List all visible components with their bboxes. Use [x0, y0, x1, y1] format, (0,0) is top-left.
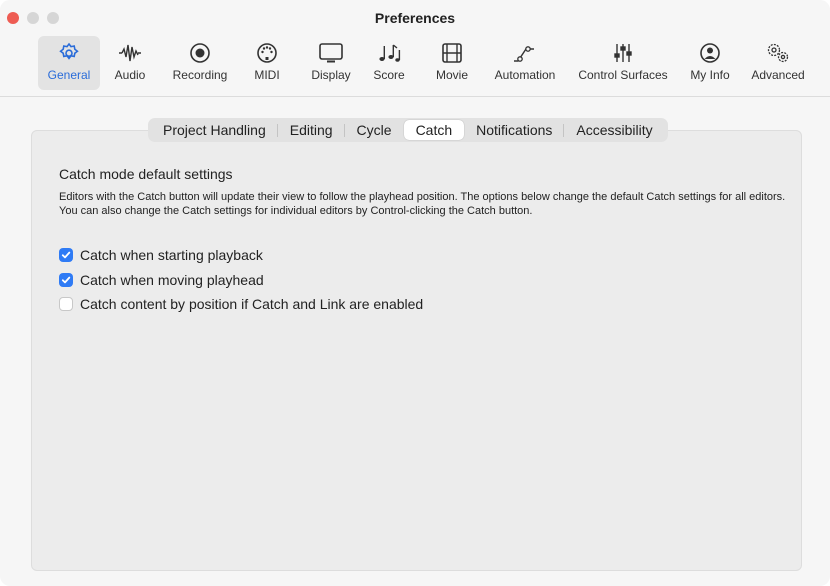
tab-catch[interactable]: Catch [403, 120, 465, 140]
titlebar: Preferences General Audio Recording MIDI… [0, 0, 830, 97]
toolbar-display[interactable]: Display [303, 36, 359, 90]
catch-description: Editors with the Catch button will updat… [59, 191, 786, 217]
tab-editing[interactable]: Editing [278, 120, 345, 140]
checkmark-icon [61, 276, 71, 284]
toolbar-automation-label: Automation [494, 68, 556, 82]
option-label: Catch content by position if Catch and L… [80, 296, 424, 312]
automation-curve-icon [514, 46, 534, 62]
toolbar-my-info[interactable]: My Info [685, 36, 735, 90]
person-circle-icon [700, 43, 720, 63]
toolbar-display-label: Display [311, 68, 351, 82]
waveform-icon [119, 44, 141, 62]
toolbar-control-surfaces[interactable]: Control Surfaces [569, 36, 677, 90]
toolbar-recording-label: Recording [172, 68, 228, 82]
checkmark-icon [61, 251, 71, 259]
tab-cycle[interactable]: Cycle [345, 120, 404, 140]
preferences-tab-bar: Project Handling Editing Cycle Catch Not… [148, 118, 668, 142]
midi-port-icon [257, 43, 277, 63]
toolbar-midi-label: MIDI [254, 68, 280, 82]
section-title: Catch mode default settings [59, 166, 233, 182]
tab-notifications[interactable]: Notifications [464, 120, 565, 140]
film-icon [442, 43, 462, 63]
toolbar-my-info-label: My Info [690, 68, 730, 82]
toolbar-movie-label: Movie [435, 68, 468, 82]
window-title: Preferences [374, 10, 456, 26]
toolbar-recording[interactable]: Recording [163, 36, 237, 90]
gears-icon [767, 43, 789, 63]
gear-icon [59, 42, 79, 60]
toolbar-movie[interactable]: Movie [429, 36, 475, 90]
toolbar-general[interactable]: General [38, 36, 100, 90]
option-catch-starting-playback[interactable]: Catch when starting playback [59, 246, 263, 264]
music-notes-icon [379, 44, 401, 62]
toolbar-midi[interactable]: MIDI [244, 36, 290, 90]
record-icon [190, 43, 210, 63]
option-label: Catch when starting playback [80, 247, 263, 263]
tab-project-handling[interactable]: Project Handling [151, 120, 278, 140]
toolbar-score[interactable]: Score [366, 36, 412, 90]
checkbox-checked[interactable] [59, 248, 73, 262]
sliders-icon [614, 44, 632, 62]
toolbar-score-label: Score [373, 68, 405, 82]
toolbar-audio-label: Audio [114, 68, 146, 82]
toolbar-general-label: General [47, 68, 91, 82]
toolbar-advanced[interactable]: Advanced [742, 36, 814, 90]
toolbar-advanced-label: Advanced [751, 68, 805, 82]
tab-accessibility[interactable]: Accessibility [564, 120, 664, 140]
checkbox-unchecked[interactable] [59, 297, 73, 311]
option-catch-moving-playhead[interactable]: Catch when moving playhead [59, 271, 264, 289]
option-catch-content-by-position[interactable]: Catch content by position if Catch and L… [59, 295, 423, 313]
toolbar-control-surfaces-label: Control Surfaces [578, 68, 668, 82]
toolbar-audio[interactable]: Audio [107, 36, 153, 90]
toolbar-automation[interactable]: Automation [487, 36, 563, 90]
monitor-icon [319, 43, 343, 63]
preferences-window: Preferences General Audio Recording MIDI… [0, 0, 830, 586]
checkbox-checked[interactable] [59, 273, 73, 287]
option-label: Catch when moving playhead [80, 272, 264, 288]
